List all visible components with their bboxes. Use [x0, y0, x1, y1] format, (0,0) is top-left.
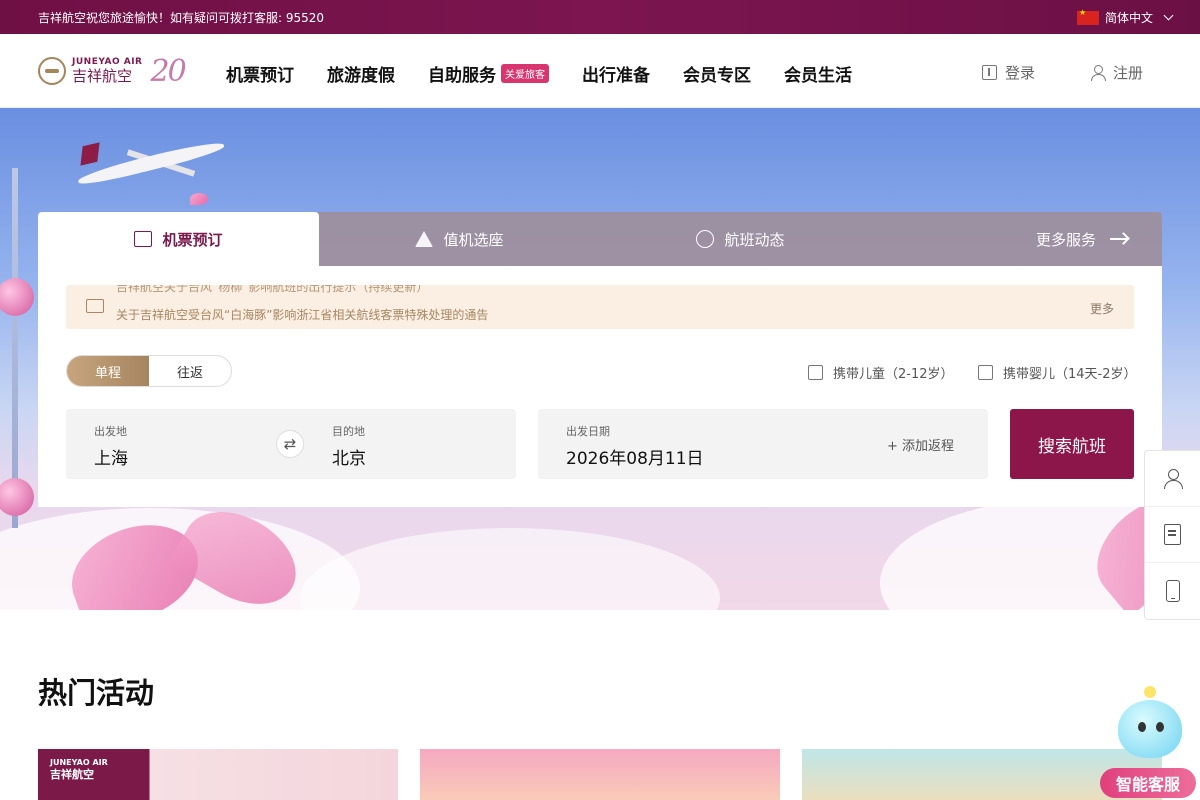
- register-label: 注册: [1113, 64, 1144, 82]
- route-field: 出发地 上海 ⇄ 目的地 北京: [66, 409, 516, 479]
- trip-type-toggle: 单程 往返: [66, 355, 232, 387]
- add-return-button[interactable]: + 添加返程: [887, 435, 954, 454]
- booking-tabs: 机票预订 值机选座 航班动态 更多服务: [38, 212, 1162, 266]
- care-passenger-badge: 关爱旅客: [501, 64, 549, 83]
- logo-text: JUNEYAO AIR 吉祥航空: [72, 58, 143, 84]
- arrow-right-icon: [1110, 238, 1128, 240]
- service-message: 吉祥航空祝您旅途愉快！如有疑问可拨打客服: 95520: [38, 11, 325, 25]
- top-bar: 吉祥航空祝您旅途愉快！如有疑问可拨打客服: 95520 简体中文: [0, 0, 1200, 34]
- language-selector[interactable]: 简体中文: [1076, 8, 1174, 26]
- mobile-phone-icon: [1165, 580, 1180, 602]
- more-services-link[interactable]: 更多服务: [881, 212, 1162, 266]
- one-way-button[interactable]: 单程: [67, 356, 149, 386]
- mascot-head: [1118, 700, 1182, 758]
- with-infant-label: 携带婴儿（14天-2岁）: [1003, 367, 1137, 382]
- notice-icon: [86, 299, 104, 313]
- notice-more-link[interactable]: 更多: [1090, 300, 1114, 317]
- side-mobile-button[interactable]: [1145, 563, 1200, 619]
- ticket-icon: [134, 231, 153, 247]
- checkbox-box[interactable]: [978, 365, 993, 380]
- hot-activities-title: 热门活动: [38, 676, 155, 710]
- origin-label: 出发地: [94, 425, 127, 438]
- destination-label: 目的地: [332, 425, 365, 438]
- nav-item-self-service[interactable]: 自助服务 关爱旅客: [428, 61, 549, 86]
- tab-flight-status-label: 航班动态: [724, 230, 785, 249]
- tab-flight-status[interactable]: 航班动态: [600, 212, 881, 266]
- with-child-label: 携带儿童（2-12岁）: [833, 367, 954, 382]
- login-button[interactable]: 登录: [982, 62, 1035, 83]
- departure-date-input[interactable]: 2026年08月11日: [566, 444, 704, 469]
- promo-logo: JUNEYAO AIR 吉祥航空: [50, 758, 108, 781]
- side-toolbar: [1144, 450, 1200, 620]
- booking-panel: 吉祥航空关于台风“杨柳”影响航班的出行提示（持续更新） 关于吉祥航空受台风“白海…: [38, 266, 1162, 507]
- tab-checkin-seat-label: 值机选座: [443, 230, 504, 249]
- main-nav: JUNEYAO AIR 吉祥航空 20 机票预订 旅游度假 自助服务 关爱旅客 …: [0, 34, 1200, 108]
- login-label: 登录: [1005, 64, 1036, 82]
- promo-logo-cn: 吉祥航空: [50, 767, 94, 781]
- petal-decoration: [190, 193, 208, 205]
- mascot-eye: [1156, 722, 1164, 732]
- nav-item-self-service-label: 自助服务: [428, 66, 496, 86]
- promo-card[interactable]: JUNEYAO AIR 吉祥航空: [38, 749, 398, 800]
- origin-input[interactable]: 上海: [94, 444, 128, 469]
- smart-assistant-button[interactable]: 智能客服: [1100, 684, 1196, 800]
- seat-icon: [415, 231, 434, 247]
- mascot-tip: [1144, 686, 1156, 698]
- register-button[interactable]: 注册: [1090, 62, 1143, 83]
- tower-sphere: [0, 478, 34, 516]
- round-trip-button[interactable]: 往返: [149, 356, 231, 386]
- china-flag-icon: [1076, 8, 1099, 25]
- date-field: 出发日期 2026年08月11日 + 添加返程: [538, 409, 988, 479]
- tab-checkin-seat[interactable]: 值机选座: [319, 212, 600, 266]
- tab-flight-booking[interactable]: 机票预订: [38, 212, 319, 266]
- pearl-tower-illustration: [0, 168, 40, 528]
- logo-emblem-icon: [38, 57, 66, 85]
- destination-input[interactable]: 北京: [332, 444, 366, 469]
- cloud-decoration: [300, 528, 720, 610]
- brand-logo[interactable]: JUNEYAO AIR 吉祥航空 20: [38, 53, 187, 89]
- flight-status-icon: [696, 230, 715, 248]
- plane-tail: [80, 142, 100, 166]
- with-infant-checkbox[interactable]: 携带婴儿（14天-2岁）: [978, 363, 1137, 382]
- side-order-button[interactable]: [1145, 507, 1200, 563]
- more-services-label: 更多服务: [1035, 230, 1096, 249]
- chevron-down-icon: [1163, 10, 1174, 21]
- nav-item-travel[interactable]: 旅游度假: [327, 61, 395, 86]
- nav-item-member-life[interactable]: 会员生活: [784, 61, 852, 86]
- nav-menu: 机票预订 旅游度假 自助服务 关爱旅客 出行准备 会员专区 会员生活: [226, 61, 885, 86]
- tab-flight-booking-label: 机票预订: [162, 230, 223, 249]
- mascot-eye: [1138, 722, 1146, 732]
- user-icon: [1163, 468, 1183, 489]
- booking-card: 机票预订 值机选座 航班动态 更多服务 吉祥航空关于台风“杨柳”影响航班的出行提…: [38, 212, 1162, 507]
- promo-card[interactable]: [420, 749, 780, 800]
- smart-assistant-label: 智能客服: [1100, 768, 1196, 798]
- promo-logo-en: JUNEYAO AIR: [50, 758, 108, 767]
- notice-item[interactable]: 吉祥航空关于台风“杨柳”影响航班的出行提示（持续更新）: [116, 285, 428, 295]
- swap-cities-icon[interactable]: ⇄: [276, 430, 304, 458]
- checkbox-box[interactable]: [808, 365, 823, 380]
- login-icon: [982, 65, 997, 80]
- user-icon: [1090, 64, 1106, 81]
- departure-date-label: 出发日期: [566, 425, 610, 438]
- logo-name-cn: 吉祥航空: [72, 67, 133, 85]
- with-child-checkbox[interactable]: 携带儿童（2-12岁）: [808, 363, 954, 382]
- language-label: 简体中文: [1104, 11, 1153, 25]
- nav-item-member-zone[interactable]: 会员专区: [683, 61, 751, 86]
- plus-icon: +: [886, 439, 898, 454]
- nav-item-travel-prep[interactable]: 出行准备: [582, 61, 650, 86]
- airplane-illustration: [66, 138, 226, 188]
- add-return-label: 添加返程: [901, 439, 954, 454]
- logo-name-en: JUNEYAO AIR: [72, 57, 143, 67]
- nav-item-flight-booking[interactable]: 机票预订: [226, 61, 294, 86]
- anniversary-mark: 20: [150, 53, 187, 89]
- document-edit-icon: [1164, 524, 1181, 545]
- tower-sphere: [0, 278, 34, 316]
- side-account-button[interactable]: [1145, 451, 1200, 507]
- notice-bar[interactable]: 吉祥航空关于台风“杨柳”影响航班的出行提示（持续更新） 关于吉祥航空受台风“白海…: [66, 285, 1134, 329]
- notice-item[interactable]: 关于吉祥航空受台风“白海豚”影响浙江省相关航线客票特殊处理的通告: [116, 306, 488, 323]
- tower-shaft: [12, 168, 18, 528]
- search-flights-button[interactable]: 搜索航班: [1010, 409, 1134, 479]
